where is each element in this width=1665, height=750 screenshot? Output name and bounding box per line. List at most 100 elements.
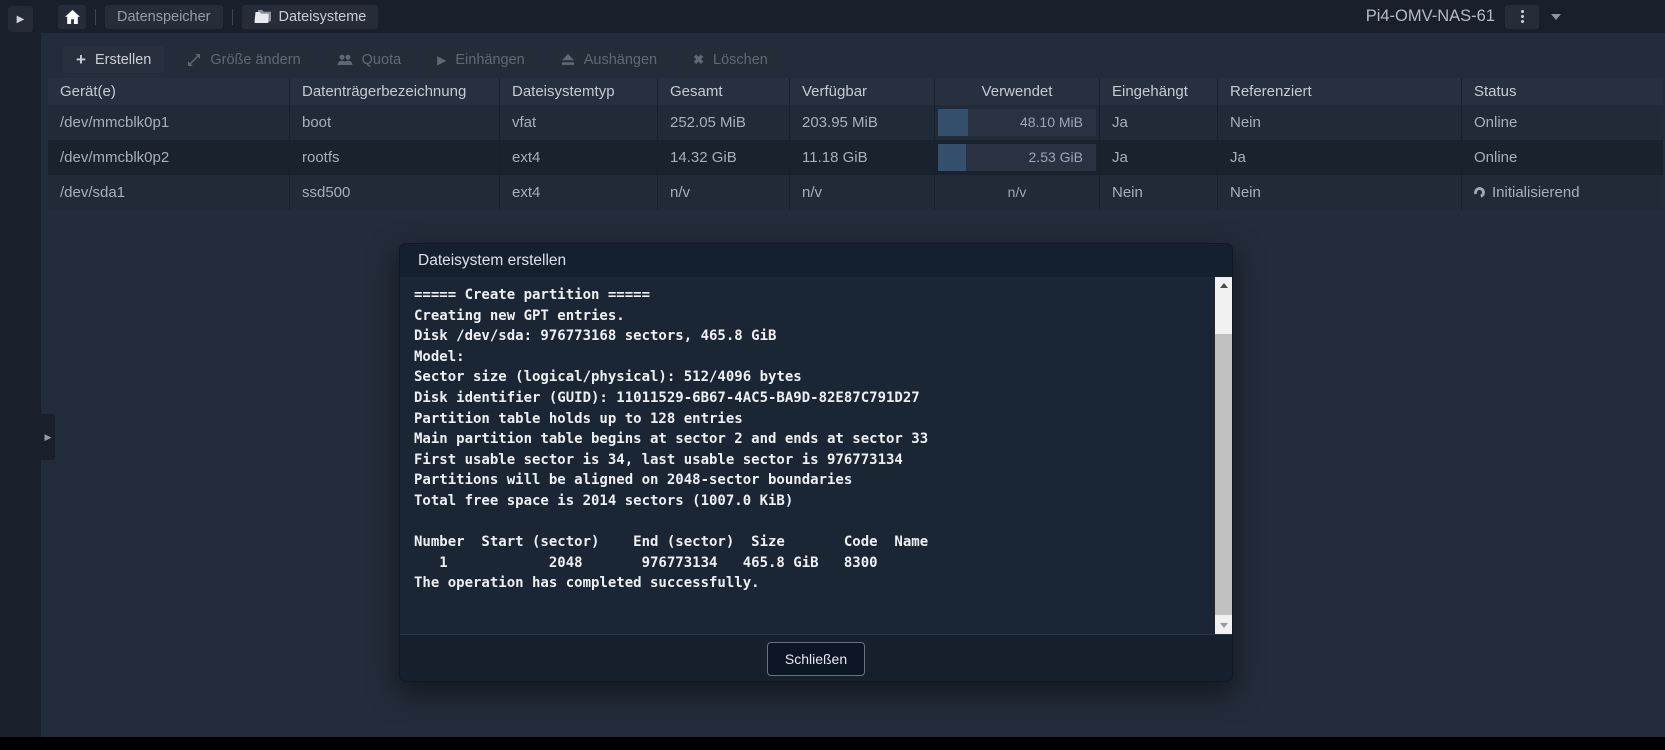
cell-label: rootfs xyxy=(290,140,500,175)
usage-bar-text: 2.53 GiB xyxy=(1029,144,1083,171)
usage-bar: 2.53 GiB xyxy=(938,144,1096,171)
create-filesystem-dialog: Dateisystem erstellen ===== Create parti… xyxy=(399,243,1233,682)
breadcrumb-label: Datenspeicher xyxy=(117,9,211,25)
button-label: Aushängen xyxy=(584,52,657,68)
usage-bar: 48.10 MiB xyxy=(938,109,1096,136)
close-button[interactable]: Schließen xyxy=(767,642,865,676)
cell-available: n/v xyxy=(790,175,935,210)
unmount-button[interactable]: Aushängen xyxy=(548,46,670,73)
sidebar-expand-handle[interactable]: ▶ xyxy=(41,414,55,460)
arrow-down-icon xyxy=(1220,623,1228,628)
button-label: Größe ändern xyxy=(210,52,300,68)
create-button[interactable]: + Erstellen xyxy=(63,46,164,73)
column-header-label[interactable]: Datenträgerbezeichnung xyxy=(290,78,500,105)
user-dropdown-button[interactable] xyxy=(1541,5,1571,29)
dialog-body: ===== Create partition ===== Creating ne… xyxy=(400,277,1232,634)
cell-device: /dev/sda1 xyxy=(48,175,290,210)
cell-fstype: ext4 xyxy=(500,140,658,175)
chevron-down-icon xyxy=(1551,14,1561,20)
arrow-up-icon xyxy=(1220,283,1228,288)
top-bar: Datenspeicher Dateisysteme Pi4-OMV-NAS-6… xyxy=(0,0,1665,33)
x-icon: ✖ xyxy=(693,52,704,68)
cell-used: 48.10 MiB xyxy=(935,105,1100,140)
dialog-header: Dateisystem erstellen xyxy=(400,244,1232,277)
play-icon: ▶ xyxy=(437,53,446,67)
cell-referenced: Ja xyxy=(1218,140,1462,175)
button-label: Quota xyxy=(362,52,402,68)
table-body: /dev/mmcblk0p1 boot vfat 252.05 MiB 203.… xyxy=(48,105,1663,210)
column-header-device[interactable]: Gerät(e) xyxy=(48,78,290,105)
cell-total: n/v xyxy=(658,175,790,210)
spinner-icon xyxy=(1472,185,1487,200)
users-icon xyxy=(337,54,353,66)
mount-button[interactable]: ▶ Einhängen xyxy=(424,46,538,73)
usage-bar-fill xyxy=(938,109,968,136)
cell-label: ssd500 xyxy=(290,175,500,210)
home-icon xyxy=(65,10,80,24)
dialog-footer: Schließen xyxy=(400,634,1232,682)
column-header-status[interactable]: Status xyxy=(1462,78,1663,105)
cell-total: 252.05 MiB xyxy=(658,105,790,140)
home-button[interactable] xyxy=(58,5,86,29)
dialog-title: Dateisystem erstellen xyxy=(418,252,566,270)
delete-button[interactable]: ✖ Löschen xyxy=(680,46,781,73)
table-row[interactable]: /dev/mmcblk0p1 boot vfat 252.05 MiB 203.… xyxy=(48,105,1663,140)
cell-available: 11.18 GiB xyxy=(790,140,935,175)
left-sidebar-strip: ▶ xyxy=(0,0,41,737)
button-label: Erstellen xyxy=(95,52,151,68)
column-header-fstype[interactable]: Dateisystemtyp xyxy=(500,78,658,105)
cell-mounted: Nein xyxy=(1100,175,1218,210)
column-header-mounted[interactable]: Eingehängt xyxy=(1100,78,1218,105)
filesystems-table: Gerät(e) Datenträgerbezeichnung Dateisys… xyxy=(48,78,1663,210)
quota-button[interactable]: Quota xyxy=(324,46,415,73)
cell-mounted: Ja xyxy=(1100,105,1218,140)
menu-kebab-button[interactable] xyxy=(1505,5,1539,29)
status-text: Online xyxy=(1474,140,1517,175)
chevron-right-icon: ▶ xyxy=(17,14,25,25)
table-row[interactable]: /dev/mmcblk0p2 rootfs ext4 14.32 GiB 11.… xyxy=(48,140,1663,175)
resize-button[interactable]: Größe ändern xyxy=(174,46,313,73)
breadcrumb-label: Dateisysteme xyxy=(279,9,367,25)
scrollbar-up-button[interactable] xyxy=(1215,277,1232,294)
table-row[interactable]: /dev/sda1 ssd500 ext4 n/v n/v n/v Nein N… xyxy=(48,175,1663,210)
breadcrumb-separator xyxy=(232,9,233,25)
usage-bar-text: 48.10 MiB xyxy=(1020,109,1083,136)
terminal-panel: ===== Create partition ===== Creating ne… xyxy=(400,277,1215,634)
scrollbar[interactable] xyxy=(1215,277,1232,634)
table-header-row: Gerät(e) Datenträgerbezeichnung Dateisys… xyxy=(48,78,1663,105)
resize-icon xyxy=(187,53,201,67)
cell-mounted: Ja xyxy=(1100,140,1218,175)
filesystem-toolbar: + Erstellen Größe ändern Quota ▶ Einhäng… xyxy=(63,46,781,73)
scrollbar-thumb[interactable] xyxy=(1215,334,1232,615)
chevron-right-icon: ▶ xyxy=(45,432,52,443)
cell-available: 203.95 MiB xyxy=(790,105,935,140)
kebab-icon xyxy=(1521,10,1524,23)
status-text: Online xyxy=(1474,105,1517,140)
cell-device: /dev/mmcblk0p1 xyxy=(48,105,290,140)
scrollbar-down-button[interactable] xyxy=(1215,617,1232,634)
cell-used: n/v xyxy=(935,175,1100,210)
eject-icon xyxy=(561,53,575,66)
cell-device: /dev/mmcblk0p2 xyxy=(48,140,290,175)
column-header-referenced[interactable]: Referenziert xyxy=(1218,78,1462,105)
cell-status: Online xyxy=(1462,140,1663,175)
cell-fstype: ext4 xyxy=(500,175,658,210)
button-label: Löschen xyxy=(713,52,768,68)
terminal-output: ===== Create partition ===== Creating ne… xyxy=(414,285,1201,594)
button-label: Einhängen xyxy=(455,52,524,68)
hostname-label: Pi4-OMV-NAS-61 xyxy=(1366,7,1495,26)
cell-used: 2.53 GiB xyxy=(935,140,1100,175)
column-header-used[interactable]: Verwendet xyxy=(935,78,1100,105)
column-header-total[interactable]: Gesamt xyxy=(658,78,790,105)
folders-icon xyxy=(254,10,271,23)
bottom-bar xyxy=(0,737,1665,750)
cell-status: Initialisierend xyxy=(1462,175,1663,210)
breadcrumb-datenspeicher[interactable]: Datenspeicher xyxy=(105,5,223,29)
breadcrumb-dateisysteme[interactable]: Dateisysteme xyxy=(242,5,379,29)
cell-total: 14.32 GiB xyxy=(658,140,790,175)
breadcrumb-separator xyxy=(95,9,96,25)
sidebar-toggle-button[interactable]: ▶ xyxy=(8,6,33,32)
column-header-available[interactable]: Verfügbar xyxy=(790,78,935,105)
cell-referenced: Nein xyxy=(1218,105,1462,140)
status-text: Initialisierend xyxy=(1492,175,1580,210)
